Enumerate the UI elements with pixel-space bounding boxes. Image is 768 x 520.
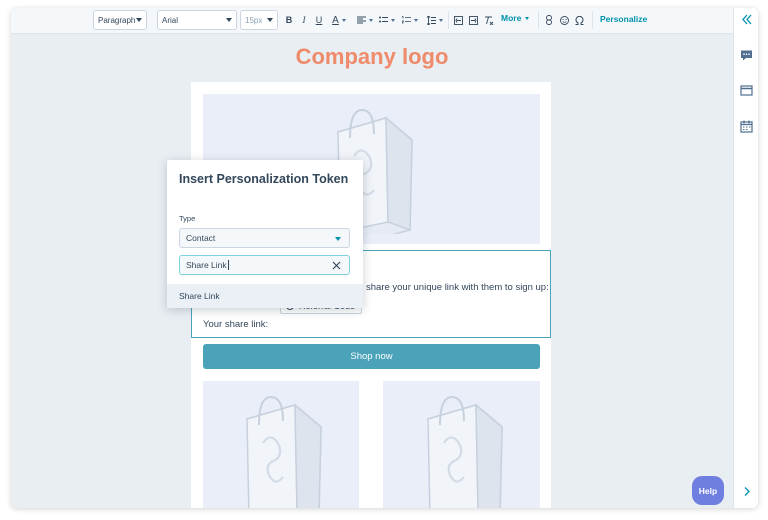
shopping-bag-icon <box>246 395 322 508</box>
bullet-list-icon <box>379 16 388 23</box>
numbered-list-icon <box>402 16 411 24</box>
chevron-down-icon <box>335 237 341 241</box>
clear-format-button[interactable] <box>483 12 495 28</box>
chevron-down-icon <box>525 16 530 20</box>
close-icon[interactable] <box>331 260 342 271</box>
link-icon <box>546 15 552 25</box>
special-character-button[interactable] <box>574 12 584 28</box>
clear-format-icon <box>485 16 494 25</box>
font-size-select[interactable]: 15px <box>240 10 278 30</box>
chevron-down-icon <box>369 18 373 22</box>
link-button[interactable] <box>544 12 554 28</box>
help-button[interactable]: Help <box>692 476 724 505</box>
popover-title: Insert Personalization Token <box>179 172 349 186</box>
toolbar-divider <box>538 11 539 29</box>
chevron-down-icon <box>341 18 346 22</box>
shopping-bag-icon <box>427 395 503 508</box>
paragraph-style-value: Paragraph <box>98 15 136 25</box>
token-result-item[interactable]: Share Link <box>167 284 363 308</box>
right-sidebar <box>733 8 758 508</box>
font-size-value: 15px <box>245 15 263 25</box>
type-label: Type <box>179 214 196 223</box>
chevron-down-icon <box>226 18 232 22</box>
toolbar-divider <box>448 11 449 29</box>
company-logo-text[interactable]: Company logo <box>11 44 733 70</box>
text-cursor <box>227 260 229 270</box>
special-character-icon <box>575 15 583 25</box>
collapse-double-chevron-icon[interactable] <box>740 13 753 26</box>
more-menu-button[interactable]: More <box>501 13 530 23</box>
bold-icon[interactable]: B <box>284 12 294 28</box>
font-family-select[interactable]: Arial <box>157 10 237 30</box>
chevron-down-icon <box>391 18 395 22</box>
expand-chevron-icon[interactable] <box>740 485 753 498</box>
comment-icon[interactable] <box>740 49 753 62</box>
product-image-placeholder[interactable] <box>203 381 359 508</box>
calendar-icon[interactable] <box>740 120 753 133</box>
italic-icon[interactable]: I <box>299 12 309 28</box>
indent-decrease-button[interactable] <box>453 12 463 28</box>
indent-increase-icon <box>468 15 478 25</box>
token-search-value: Share Link <box>186 260 227 270</box>
product-image-placeholder[interactable] <box>383 381 540 508</box>
emoji-icon <box>559 15 569 25</box>
editor-window: Paragraph Arial 15px B I U A More Person… <box>11 8 758 508</box>
font-family-value: Arial <box>162 15 179 25</box>
indent-increase-button[interactable] <box>468 12 478 28</box>
line-height-icon <box>427 15 436 25</box>
chevron-down-icon <box>439 18 443 22</box>
formatting-toolbar: Paragraph Arial 15px B I U A More Person… <box>11 8 733 34</box>
toolbar-divider <box>592 11 593 29</box>
paragraph-style-select[interactable]: Paragraph <box>93 10 147 30</box>
chevron-down-icon <box>414 18 418 22</box>
shop-now-button[interactable]: Shop now <box>203 344 540 369</box>
underline-icon[interactable]: U <box>314 12 324 28</box>
text-color-icon: A <box>332 14 339 26</box>
share-link-label: Your share link: <box>203 319 269 330</box>
indent-decrease-icon <box>453 15 463 25</box>
type-select[interactable]: Contact <box>179 228 350 248</box>
bullet-list-button[interactable] <box>378 12 396 28</box>
type-select-value: Contact <box>186 233 216 243</box>
text-color-button[interactable]: A <box>329 12 349 28</box>
token-search-input[interactable]: Share Link <box>179 255 350 275</box>
personalization-token-popover: Insert Personalization Token Type Contac… <box>167 160 363 308</box>
align-button[interactable] <box>356 12 374 28</box>
numbered-list-button[interactable] <box>401 12 419 28</box>
line-height-button[interactable] <box>426 12 444 28</box>
more-label: More <box>501 13 522 23</box>
text-line-share: share your unique link with them to sign… <box>366 282 549 293</box>
chevron-down-icon <box>267 18 273 22</box>
layout-icon[interactable] <box>740 84 753 97</box>
align-icon <box>357 16 366 24</box>
personalize-button[interactable]: Personalize <box>600 14 647 24</box>
emoji-button[interactable] <box>559 12 569 28</box>
chevron-down-icon <box>136 18 142 22</box>
